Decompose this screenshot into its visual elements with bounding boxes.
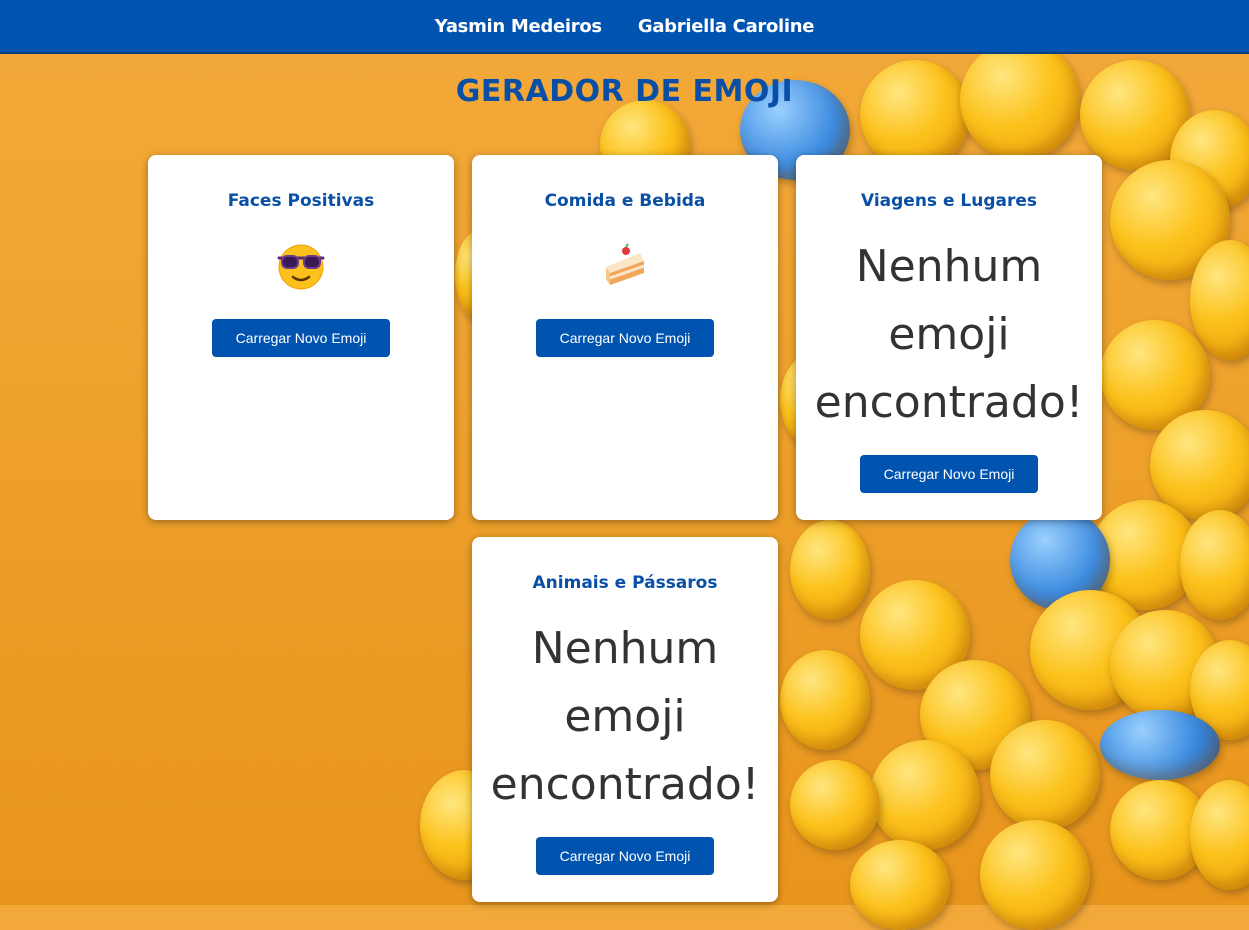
nav-link-gabriella-caroline[interactable]: Gabriella Caroline <box>638 16 815 37</box>
no-emoji-line-2: emoji <box>564 691 686 742</box>
load-new-emoji-button[interactable]: Carregar Novo Emoji <box>860 455 1038 493</box>
load-new-emoji-button[interactable]: Carregar Novo Emoji <box>536 319 714 357</box>
card-title: Comida e Bebida <box>544 191 706 211</box>
card-comida-e-bebida: Comida e Bebida Carregar Novo Emoji <box>472 155 778 520</box>
card-title: Animais e Pássaros <box>532 573 718 593</box>
card-title: Faces Positivas <box>227 191 375 211</box>
smiling-face-with-sunglasses-icon <box>148 241 454 291</box>
no-emoji-line-3: encontrado! <box>490 759 760 810</box>
shortcake-icon <box>472 241 778 291</box>
card-animais-e-passaros: Animais e Pássaros Nenhum emoji encontra… <box>472 537 778 902</box>
no-emoji-line-1: Nenhum <box>531 623 719 674</box>
no-emoji-line-1: Nenhum <box>855 241 1043 292</box>
no-emoji-message: Nenhum emoji encontrado! <box>796 233 1102 437</box>
no-emoji-message: Nenhum emoji encontrado! <box>472 615 778 819</box>
card-viagens-e-lugares: Viagens e Lugares Nenhum emoji encontrad… <box>796 155 1102 520</box>
load-new-emoji-button[interactable]: Carregar Novo Emoji <box>212 319 390 357</box>
nav-link-yasmin-medeiros[interactable]: Yasmin Medeiros <box>435 16 602 37</box>
page-title: GERADOR DE EMOJI <box>455 74 794 109</box>
no-emoji-line-3: encontrado! <box>814 377 1084 428</box>
card-faces-positivas: Faces Positivas Carregar Novo Emoji <box>148 155 454 520</box>
top-navbar: Yasmin Medeiros Gabriella Caroline <box>0 0 1249 54</box>
no-emoji-line-2: emoji <box>888 309 1010 360</box>
card-title: Viagens e Lugares <box>860 191 1038 211</box>
load-new-emoji-button[interactable]: Carregar Novo Emoji <box>536 837 714 875</box>
